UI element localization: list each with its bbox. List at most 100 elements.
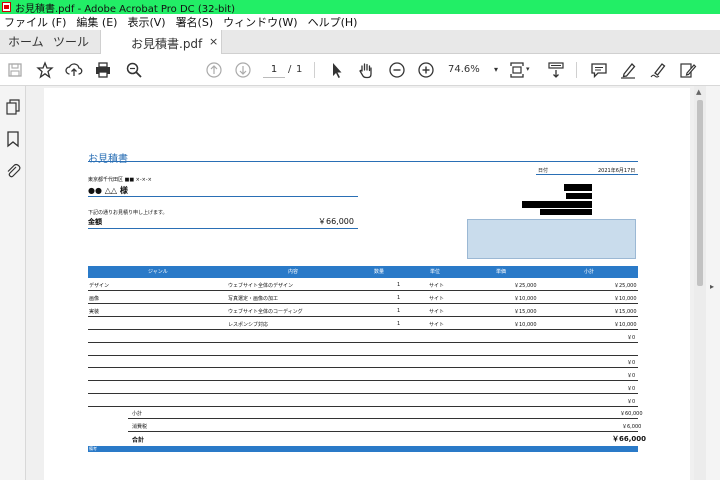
total-label: 合計 — [132, 437, 145, 444]
cell-genre: 画像 — [89, 296, 100, 302]
right-panel-toggle-icon[interactable]: ▸ — [710, 282, 714, 291]
zoom-out-icon[interactable] — [386, 59, 408, 81]
cell-qty: 1 — [397, 308, 401, 314]
zoom-value: 74.6% — [448, 64, 480, 75]
acrobat-app-icon — [2, 2, 11, 12]
menu-window[interactable]: ウィンドウ(W) — [223, 14, 297, 30]
redaction-block — [566, 193, 592, 199]
row-divider — [88, 303, 638, 304]
cell-subtotal: ￥0 — [627, 373, 636, 379]
pages-icon[interactable] — [4, 98, 22, 116]
cell-genre: デザイン — [89, 283, 110, 289]
menu-bar: ファイル (F) 編集 (E) 表示(V) 署名(S) ウィンドウ(W) ヘルプ… — [0, 14, 720, 30]
redaction-block — [564, 184, 592, 191]
menu-help[interactable]: ヘルプ(H) — [308, 14, 358, 30]
row-divider — [128, 418, 638, 419]
vertical-scrollbar[interactable]: ▲ — [694, 86, 706, 480]
cell-content: 写真選定・画像の加工 — [228, 296, 279, 302]
column-header: 単位 — [430, 269, 441, 275]
menu-view[interactable]: 表示(V) — [127, 14, 165, 30]
cell-content: ウェブサイト全体のデザイン — [228, 283, 294, 289]
attachments-icon[interactable] — [4, 162, 22, 180]
date-underline — [536, 174, 638, 175]
zoom-select[interactable]: 74.6% ▾ — [448, 62, 498, 78]
toolbar-divider — [314, 62, 315, 78]
next-page-icon[interactable] — [232, 59, 254, 81]
select-cursor-icon[interactable] — [326, 59, 348, 81]
row-divider — [88, 316, 638, 317]
cell-subtotal: ￥0 — [627, 360, 636, 366]
cell-subtotal: ￥10,000 — [614, 322, 637, 328]
toolbar-divider — [576, 62, 577, 78]
cell-subtotal: ￥0 — [627, 399, 636, 405]
amount-underline — [88, 228, 358, 229]
highlight-icon[interactable] — [617, 59, 639, 81]
fit-page-dropdown-icon[interactable]: ▾ — [526, 65, 530, 73]
left-nav-panel — [0, 86, 26, 480]
column-header: 小計 — [584, 269, 595, 275]
hand-tool-icon[interactable] — [355, 59, 377, 81]
menu-sign[interactable]: 署名(S) — [176, 14, 214, 30]
cell-subtotal: ￥15,000 — [614, 309, 637, 315]
row-divider — [88, 342, 638, 343]
invoice-title: お見積書 — [88, 154, 128, 165]
edit-icon[interactable] — [677, 59, 699, 81]
tax-value: ￥6,000 — [622, 424, 642, 430]
cell-genre: 実装 — [89, 309, 100, 315]
cell-price: ￥10,000 — [514, 296, 537, 302]
tab-tools[interactable]: ツール — [53, 30, 89, 54]
scrollbar-thumb[interactable] — [697, 100, 703, 286]
bookmark-star-icon[interactable] — [34, 59, 56, 81]
greeting-text: 下記の通りお見積り申し上げます。 — [88, 210, 168, 216]
close-tab-icon[interactable]: × — [209, 35, 218, 48]
client-name: ●● △△ 様 — [88, 186, 128, 195]
cell-unit: サイト — [429, 322, 445, 328]
client-underline — [88, 196, 358, 197]
cell-content: レスポンシブ対応 — [228, 322, 269, 328]
cell-price: ￥25,000 — [514, 283, 537, 289]
toolbar: 1 / 1 74.6% ▾ ▾ — [0, 54, 720, 86]
cell-subtotal: ￥25,000 — [614, 283, 637, 289]
upload-icon[interactable] — [63, 59, 85, 81]
amount-label: 金額 — [88, 218, 102, 226]
cell-qty: 1 — [397, 282, 401, 288]
page-total: 1 — [296, 64, 303, 75]
comment-icon[interactable] — [588, 59, 610, 81]
cell-unit: サイト — [429, 309, 445, 315]
redaction-block — [522, 201, 592, 208]
print-icon[interactable] — [92, 59, 114, 81]
subtotal-value: ￥60,000 — [620, 411, 643, 417]
column-header: 単価 — [496, 269, 507, 275]
row-divider — [88, 355, 638, 356]
cell-subtotal: ￥10,000 — [614, 296, 637, 302]
tab-home[interactable]: ホーム — [8, 30, 44, 54]
fit-page-icon[interactable] — [506, 59, 528, 81]
cell-price: ￥10,000 — [514, 322, 537, 328]
zoom-in-icon[interactable] — [415, 59, 437, 81]
amount-value: ￥66,000 — [318, 217, 354, 226]
tab-document[interactable]: お見積書.pdf × — [100, 30, 222, 54]
row-divider — [88, 290, 638, 291]
cell-unit: サイト — [429, 296, 445, 302]
notes-bar — [88, 446, 638, 452]
chevron-down-icon: ▾ — [493, 65, 498, 74]
client-address: 東京都千代田区 ■■ ×-×-× — [88, 177, 152, 183]
title-bar: お見積書.pdf - Adobe Acrobat Pro DC (32-bit) — [0, 0, 720, 15]
scroll-mode-icon[interactable] — [545, 59, 567, 81]
find-icon[interactable] — [123, 59, 145, 81]
notes-label: 備考 — [89, 446, 97, 451]
menu-file[interactable]: ファイル (F) — [4, 14, 66, 30]
bookmarks-icon[interactable] — [4, 130, 22, 148]
tab-bar: ホーム ツール お見積書.pdf × — [0, 30, 720, 54]
scroll-up-icon[interactable]: ▲ — [696, 88, 701, 96]
save-icon[interactable] — [4, 59, 26, 81]
cell-price: ￥15,000 — [514, 309, 537, 315]
date-value: 2021年6月17日 — [598, 168, 636, 174]
cell-subtotal: ￥0 — [627, 386, 636, 392]
menu-edit[interactable]: 編集 (E) — [76, 14, 117, 30]
sign-icon[interactable] — [647, 59, 669, 81]
pdf-page — [44, 88, 690, 480]
prev-page-icon[interactable] — [203, 59, 225, 81]
column-header: 内容 — [288, 269, 299, 275]
page-number-input[interactable]: 1 — [263, 62, 285, 78]
